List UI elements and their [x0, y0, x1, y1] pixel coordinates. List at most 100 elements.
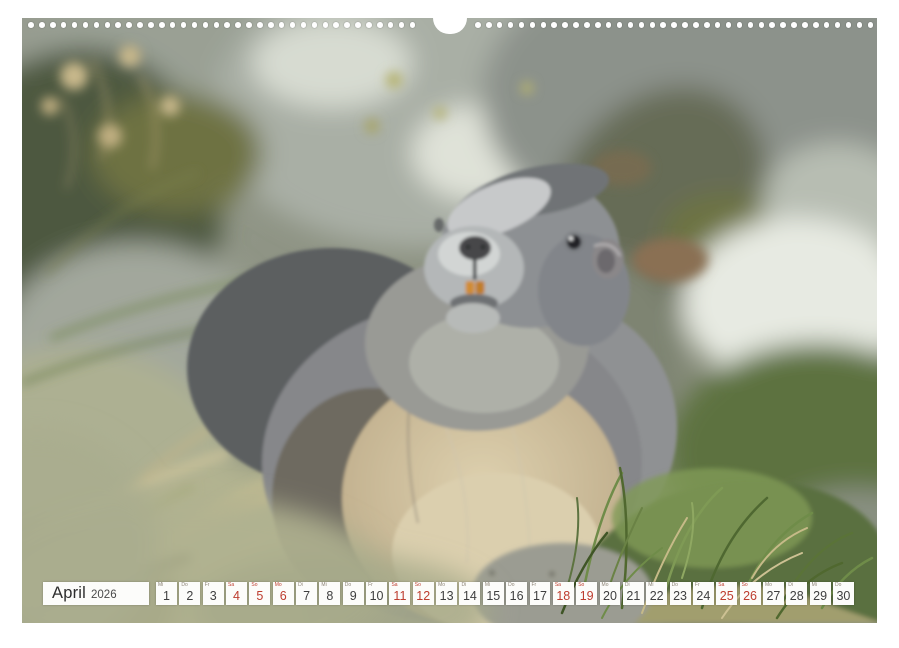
calendar-day: Fr 10 — [366, 582, 387, 605]
calendar-day: Mi 8 — [319, 582, 340, 605]
day-of-week-label: Di — [788, 583, 793, 588]
day-of-week-label: Mi — [158, 583, 163, 588]
day-of-week-label: Do — [345, 583, 351, 588]
day-number: 5 — [249, 590, 270, 603]
day-number: 2 — [179, 590, 200, 603]
day-number: 20 — [600, 590, 621, 603]
day-number: 16 — [506, 590, 527, 603]
day-of-week-label: Mo — [275, 583, 282, 588]
day-of-week-label: Mi — [485, 583, 490, 588]
day-number: 14 — [459, 590, 480, 603]
marmot-teeth — [466, 281, 475, 294]
photo-scene — [22, 18, 877, 623]
day-of-week-label: Fr — [695, 583, 700, 588]
day-number: 21 — [623, 590, 644, 603]
calendar-day: So 19 — [576, 582, 597, 605]
day-number: 13 — [436, 590, 457, 603]
calendar-page: April2026 Mi1Do2Fr3Sa4So5Mo6Di7Mi8Do9Fr1… — [0, 0, 899, 648]
day-of-week-label: Sa — [228, 583, 234, 588]
calendar-day: Di 14 — [459, 582, 480, 605]
day-number: 15 — [483, 590, 504, 603]
day-number: 29 — [810, 590, 831, 603]
day-of-week-label: So — [742, 583, 748, 588]
day-number: 30 — [833, 590, 854, 603]
day-of-week-label: Mo — [765, 583, 772, 588]
day-number: 23 — [670, 590, 691, 603]
day-number: 1 — [156, 590, 177, 603]
day-number: 8 — [319, 590, 340, 603]
day-number: 28 — [786, 590, 807, 603]
day-number: 11 — [389, 590, 410, 603]
day-of-week-label: Sa — [718, 583, 724, 588]
calendar-day: So 26 — [740, 582, 761, 605]
day-of-week-label: So — [578, 583, 584, 588]
marmot-eye — [567, 235, 581, 249]
day-of-week-label: Di — [625, 583, 630, 588]
day-number: 24 — [693, 590, 714, 603]
day-number: 9 — [343, 590, 364, 603]
calendar-day: Mo 13 — [436, 582, 457, 605]
day-of-week-label: Do — [181, 583, 187, 588]
calendar-day: Mi 15 — [483, 582, 504, 605]
day-of-week-label: Fr — [368, 583, 373, 588]
calendar-day: Do 16 — [506, 582, 527, 605]
day-number: 19 — [576, 590, 597, 603]
day-of-week-label: Fr — [532, 583, 537, 588]
calendar-day: Do 2 — [179, 582, 200, 605]
month-label: April — [52, 584, 86, 602]
calendar-day: Mi 1 — [156, 582, 177, 605]
day-number: 7 — [296, 590, 317, 603]
day-of-week-label: Sa — [555, 583, 561, 588]
day-of-week-label: So — [251, 583, 257, 588]
day-number: 27 — [763, 590, 784, 603]
day-number: 18 — [553, 590, 574, 603]
day-of-week-label: Mo — [602, 583, 609, 588]
calendar-day: Mo 20 — [600, 582, 621, 605]
marmot-nose — [459, 236, 491, 260]
day-of-week-label: So — [415, 583, 421, 588]
day-of-week-label: Mi — [648, 583, 653, 588]
calendar-day: Di 28 — [786, 582, 807, 605]
day-of-week-label: Mi — [321, 583, 326, 588]
calendar-day: Sa 4 — [226, 582, 247, 605]
day-number: 17 — [530, 590, 551, 603]
day-number: 22 — [646, 590, 667, 603]
day-of-week-label: Sa — [391, 583, 397, 588]
calendar-day: Fr 17 — [530, 582, 551, 605]
day-of-week-label: Do — [835, 583, 841, 588]
day-of-week-label: Mo — [438, 583, 445, 588]
day-of-week-label: Di — [461, 583, 466, 588]
calendar-day: Sa 18 — [553, 582, 574, 605]
calendar-day: Mi 22 — [646, 582, 667, 605]
day-number: 6 — [273, 590, 294, 603]
calendar-day: Sa 11 — [389, 582, 410, 605]
day-number: 3 — [203, 590, 224, 603]
year-label: 2026 — [91, 589, 117, 601]
day-number: 12 — [413, 590, 434, 603]
calendar-day: Do 9 — [343, 582, 364, 605]
calendar-days: Mi1Do2Fr3Sa4So5Mo6Di7Mi8Do9Fr10Sa11So12M… — [156, 582, 854, 605]
month-box: April 2026 — [43, 582, 149, 605]
calendar-day: So 12 — [413, 582, 434, 605]
marmot-photo — [22, 18, 877, 623]
calendar-day: Do 30 — [833, 582, 854, 605]
calendar-day: Mo 27 — [763, 582, 784, 605]
calendar-day: Fr 24 — [693, 582, 714, 605]
day-number: 4 — [226, 590, 247, 603]
day-number: 25 — [716, 590, 737, 603]
calendar-day: Sa 25 — [716, 582, 737, 605]
calendar-day: Di 21 — [623, 582, 644, 605]
calendar-strip: April2026 Mi1Do2Fr3Sa4So5Mo6Di7Mi8Do9Fr1… — [0, 582, 899, 605]
calendar-day: Mo 6 — [273, 582, 294, 605]
day-of-week-label: Mi — [812, 583, 817, 588]
calendar-day: So 5 — [249, 582, 270, 605]
calendar-day: Di 7 — [296, 582, 317, 605]
day-number: 26 — [740, 590, 761, 603]
day-of-week-label: Di — [298, 583, 303, 588]
day-of-week-label: Do — [672, 583, 678, 588]
calendar-day: Mi 29 — [810, 582, 831, 605]
day-of-week-label: Do — [508, 583, 514, 588]
day-number: 10 — [366, 590, 387, 603]
calendar-day: Do 23 — [670, 582, 691, 605]
day-of-week-label: Fr — [205, 583, 210, 588]
